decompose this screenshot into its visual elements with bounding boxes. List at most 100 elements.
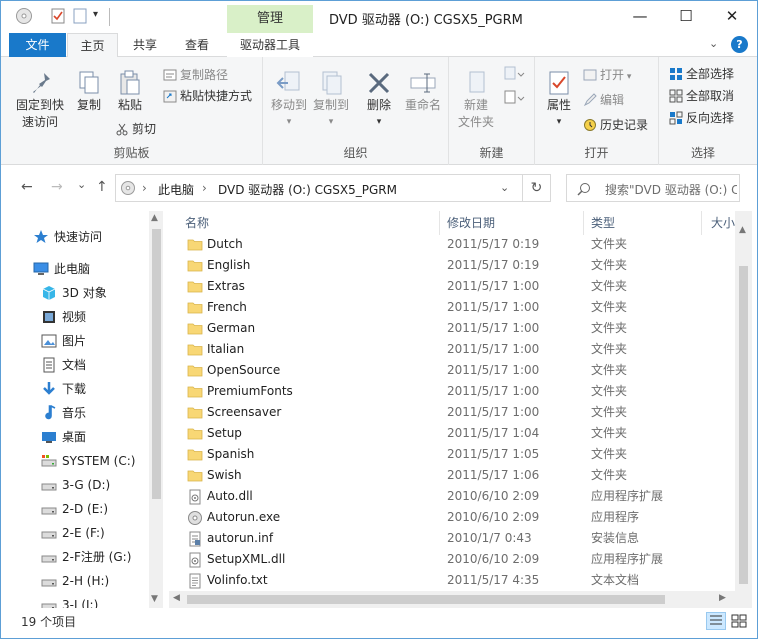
file-row[interactable]: Setup 2011/5/17 1:04 文件夹 [169,423,729,444]
nav-item[interactable]: 3-G (D:) [1,473,149,497]
large-icons-view-button[interactable] [729,612,749,630]
recent-locations-button[interactable]: ⌄ [77,178,86,191]
delete-button[interactable]: 删除 ▾ [361,69,397,131]
file-row[interactable]: autorun.inf 2010/1/7 0:43 安装信息 [169,528,729,549]
address-bar[interactable]: › 此电脑 › DVD 驱动器 (O:) CGSX5_PGRM ⌄ ↻ [115,174,551,202]
tab-home[interactable]: 主页 [67,33,118,58]
select-all-button[interactable]: 全部选择 [669,66,734,82]
file-row[interactable]: Italian 2011/5/17 1:00 文件夹 [169,339,729,360]
file-row[interactable]: Dutch 2011/5/17 0:19 文件夹 [169,234,729,255]
maximize-button[interactable]: ☐ [663,1,709,32]
refresh-button[interactable]: ↻ [522,175,550,201]
new-item-icon[interactable] [503,65,525,83]
minimize-button[interactable]: — [617,1,663,32]
column-header-date[interactable]: 修改日期 [447,211,495,235]
breadcrumb-this-pc[interactable]: 此电脑 [158,181,194,198]
nav-item[interactable]: 快速访问 [1,225,149,249]
open-button[interactable]: 打开 ▾ [583,67,631,85]
column-divider[interactable] [583,211,584,235]
nav-pane-scroll-thumb[interactable] [152,229,161,499]
scroll-up-icon[interactable]: ▲ [151,213,158,223]
details-view-button[interactable] [706,612,726,630]
breadcrumb-separator[interactable]: › [202,181,207,195]
invert-selection-button[interactable]: 反向选择 [669,110,734,126]
horizontal-scroll-thumb[interactable] [187,595,665,604]
file-row[interactable]: Autorun.exe 2010/6/10 2:09 应用程序 [169,507,729,528]
new-folder-button[interactable]: 新建 文件夹 [453,69,499,131]
paste-shortcut-button[interactable]: 粘贴快捷方式 [163,88,252,104]
file-row[interactable]: Extras 2011/5/17 1:00 文件夹 [169,276,729,297]
scroll-up-icon[interactable]: ▲ [739,225,746,235]
tab-drive-tools[interactable]: 驱动器工具 [227,33,313,57]
close-button[interactable]: ✕ [709,1,755,32]
file-row[interactable]: SetupXML.dll 2010/6/10 2:09 应用程序扩展 [169,549,729,570]
breadcrumb-dvd-drive[interactable]: DVD 驱动器 (O:) CGSX5_PGRM [218,181,397,198]
file-row[interactable]: English 2011/5/17 0:19 文件夹 [169,255,729,276]
address-history-dropdown[interactable]: ⌄ [500,181,509,194]
nav-item[interactable]: 2-D (E:) [1,497,149,521]
nav-item[interactable]: 2-E (F:) [1,521,149,545]
nav-item[interactable]: 图片 [1,329,149,353]
file-row[interactable]: Volinfo.txt 2011/5/17 4:35 文本文档 [169,570,729,591]
file-row[interactable]: PremiumFonts 2011/5/17 1:00 文件夹 [169,381,729,402]
easy-access-icon[interactable] [503,89,525,107]
nav-item[interactable]: 桌面 [1,425,149,449]
cut-button[interactable]: 剪切 [115,121,156,137]
nav-item[interactable]: 下载 [1,377,149,401]
rename-button[interactable]: 重命名 [401,69,445,114]
column-divider[interactable] [439,211,440,235]
forward-button[interactable]: → [51,179,63,195]
column-header-size[interactable]: 大小 [711,211,735,235]
pin-to-quick-access-button[interactable]: 固定到快 速访问 [11,69,69,131]
nav-item[interactable]: 视频 [1,305,149,329]
file-row[interactable]: Screensaver 2011/5/17 1:00 文件夹 [169,402,729,423]
file-name: Extras [207,279,245,293]
up-button[interactable]: ↑ [96,179,108,195]
organize-group: 移动到 ▾ 复制到 ▾ 删除 ▾ 重命名 组织 [263,57,449,165]
copy-button[interactable]: 复制 [71,69,107,114]
paste-button[interactable]: 粘贴 [111,69,149,114]
nav-item[interactable]: 文档 [1,353,149,377]
scroll-right-icon[interactable]: ▶ [719,593,726,603]
tab-view[interactable]: 查看 [173,33,221,57]
copy-path-button[interactable]: 复制路径 [163,67,228,83]
history-button[interactable]: 历史记录 [583,117,648,133]
nav-item[interactable]: 2-H (H:) [1,569,149,593]
nav-pane-scrollbar[interactable]: ▲ ▼ [149,211,163,608]
file-row[interactable]: French 2011/5/17 1:00 文件夹 [169,297,729,318]
search-box[interactable]: 搜索"DVD 驱动器 (O:) CGSX5_PGRM" [566,174,740,202]
file-list-vertical-scrollbar[interactable]: ▲ ▼ [735,211,752,608]
nav-item[interactable]: 此电脑 [1,257,149,281]
vertical-scroll-thumb[interactable] [739,266,748,584]
file-row[interactable]: Swish 2011/5/17 1:06 文件夹 [169,465,729,486]
tab-file[interactable]: 文件 [9,33,66,57]
nav-item[interactable]: 3-I (J:) [1,593,149,608]
nav-item[interactable]: SYSTEM (C:) [1,449,149,473]
tab-share[interactable]: 共享 [121,33,169,57]
back-button[interactable]: ← [21,179,33,195]
file-name: German [207,321,256,335]
file-row[interactable]: Spanish 2011/5/17 1:05 文件夹 [169,444,729,465]
column-divider[interactable] [701,211,702,235]
nav-item[interactable]: 音乐 [1,401,149,425]
file-row[interactable]: Auto.dll 2010/6/10 2:09 应用程序扩展 [169,486,729,507]
new-folder-icon[interactable] [71,7,89,25]
edit-button[interactable]: 编辑 [583,92,624,108]
nav-item[interactable]: 2-F注册 (G:) [1,545,149,569]
scroll-down-icon[interactable]: ▼ [151,594,158,604]
help-button[interactable]: ? [731,36,748,53]
collapse-ribbon-button[interactable]: ⌄ [709,37,718,50]
move-to-button[interactable]: 移动到 ▾ [269,69,309,131]
properties-button[interactable]: 属性 ▾ [541,69,577,131]
file-row[interactable]: OpenSource 2011/5/17 1:00 文件夹 [169,360,729,381]
scroll-left-icon[interactable]: ◀ [173,593,180,603]
file-list-horizontal-scrollbar[interactable]: ◀ ▶ [169,591,735,608]
column-header-type[interactable]: 类型 [591,211,615,235]
select-none-button[interactable]: 全部取消 [669,88,734,104]
properties-icon[interactable] [49,7,67,25]
breadcrumb-separator[interactable]: › [142,181,147,195]
file-row[interactable]: German 2011/5/17 1:00 文件夹 [169,318,729,339]
nav-item[interactable]: 3D 对象 [1,281,149,305]
column-header-name[interactable]: 名称 [185,211,209,235]
copy-to-button[interactable]: 复制到 ▾ [311,69,351,131]
